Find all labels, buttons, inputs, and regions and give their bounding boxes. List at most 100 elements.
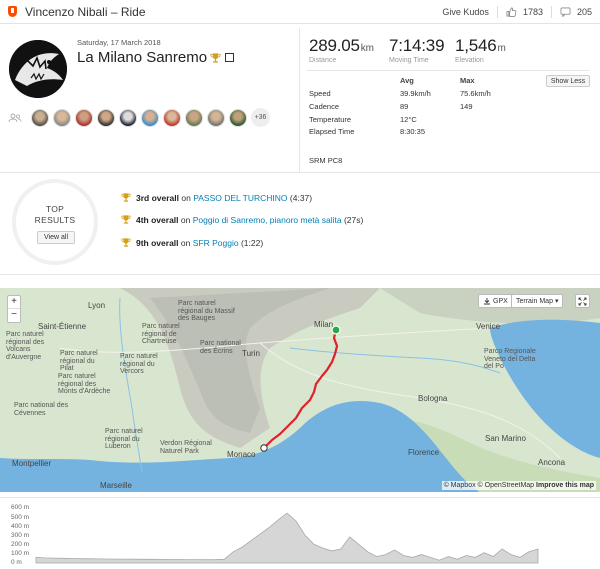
device-name: SRM PC8: [309, 156, 343, 165]
trophy-icon: [121, 215, 131, 224]
page-title: Vincenzo Nibali – Ride: [25, 4, 146, 19]
athlete-avatar-small[interactable]: [229, 108, 247, 127]
route-map[interactable]: + − GPX Terrain Map ▾ Lyon Saint-Étienne…: [0, 288, 600, 492]
athlete-avatar-small[interactable]: [75, 108, 93, 127]
start-marker: [331, 325, 341, 335]
athlete-avatar-small[interactable]: [141, 108, 159, 127]
moving-time-label: Moving Time: [389, 57, 429, 64]
athlete-avatar-small[interactable]: [185, 108, 203, 127]
segment-link[interactable]: SFR Poggio: [193, 238, 239, 248]
activity-name: La Milano Sanremo: [77, 49, 235, 66]
divider: [0, 497, 600, 498]
top-result-item: 4th overall on Poggio di Sanremo, pianor…: [121, 214, 363, 225]
stat-moving-time: 7:14:39 Moving Time: [389, 36, 445, 64]
athlete-avatar-small[interactable]: [119, 108, 137, 127]
chevron-down-icon: ▾: [554, 298, 559, 305]
more-athletes-button[interactable]: +36: [251, 108, 270, 127]
map-label: Saint-Étienne: [38, 322, 87, 331]
trophy-icon: [121, 238, 131, 247]
segment-link[interactable]: PASSO DEL TURCHINO: [193, 193, 287, 203]
elevation-label: Elevation: [455, 57, 484, 64]
thumbs-up-icon[interactable]: [506, 6, 517, 17]
header-bar: Vincenzo Nibali – Ride Give Kudos 1783 2…: [0, 0, 600, 24]
improve-map-link[interactable]: Improve this map: [536, 482, 594, 489]
result-rank: 3rd overall: [136, 192, 179, 203]
athlete-avatar-small[interactable]: [53, 108, 71, 127]
download-icon: [484, 298, 490, 305]
elevation-chart: [35, 512, 539, 564]
map-label: Monaco: [227, 450, 256, 459]
athlete-avatar[interactable]: [9, 40, 67, 98]
map-label: Montpellier: [12, 459, 52, 468]
elapsed-time-value: 8:30:35: [400, 127, 426, 136]
top-result-item: 3rd overall on PASSO DEL TURCHINO (4:37): [121, 192, 312, 203]
top-results-line1: TOP: [45, 204, 65, 214]
athlete-avatar-small[interactable]: [163, 108, 181, 127]
zoom-out-button[interactable]: −: [8, 309, 20, 322]
map-label: Parc naturel régional du Pilat: [60, 350, 98, 372]
cadence-avg: 89: [400, 102, 409, 111]
distance-unit: km: [360, 43, 374, 54]
map-label: Turin: [242, 349, 260, 358]
map-label: Parc naturel régional de Chartreuse: [142, 323, 180, 345]
elevation-profile[interactable]: 600 m 500 m 400 m 300 m 200 m 100 m 0 m: [0, 503, 600, 569]
divider: [0, 274, 600, 275]
mapbox-link[interactable]: © Mapbox: [444, 482, 476, 489]
activity-date: Saturday, 17 March 2018: [77, 38, 161, 47]
elevation-value: 1,546: [455, 36, 497, 55]
temperature-label: Temperature: [309, 115, 352, 124]
gpx-label: GPX: [493, 297, 508, 305]
map-label: Parc naturel régional du Vercors: [120, 353, 158, 375]
give-kudos-link[interactable]: Give Kudos: [442, 7, 489, 17]
trophy-icon: [121, 193, 131, 202]
map-label: Parc naturel régional du Massif des Baug…: [178, 300, 235, 322]
trophy-icon: [210, 52, 221, 63]
map-label: Bologna: [418, 394, 448, 403]
speed-max: 75.6km/h: [460, 89, 491, 98]
divider: [496, 5, 498, 18]
map-label: Parco Regionale Veneto del Delta del Po: [484, 348, 536, 370]
comment-icon[interactable]: [560, 6, 571, 17]
divider: [550, 5, 552, 18]
map-label: Florence: [408, 448, 440, 457]
top-results-line2: RESULTS: [34, 215, 76, 225]
map-attribution: © Mapbox © OpenStreetMap Improve this ma…: [441, 481, 596, 490]
zoom-controls: + −: [7, 295, 21, 323]
zoom-in-button[interactable]: +: [8, 296, 20, 309]
moving-time-value: 7:14:39: [389, 36, 445, 55]
map-type-dropdown[interactable]: Terrain Map ▾: [511, 294, 564, 308]
kudos-count[interactable]: 1783: [523, 7, 543, 17]
distance-value: 289.05: [309, 36, 360, 55]
result-on: on: [181, 192, 191, 203]
osm-link[interactable]: © OpenStreetMap: [478, 482, 535, 489]
view-all-button[interactable]: View all: [37, 231, 75, 244]
elevation-unit: m: [497, 43, 506, 54]
athlete-avatar-small[interactable]: [31, 108, 49, 127]
map-label: Venice: [476, 322, 501, 331]
athlete-avatar-small[interactable]: [207, 108, 225, 127]
result-rank: 4th overall: [136, 214, 179, 225]
activity-page: Vincenzo Nibali – Ride Give Kudos 1783 2…: [0, 0, 600, 569]
map-label: Parc naturel régional des Monts d'Ardèch…: [58, 373, 111, 395]
divider: [307, 70, 590, 71]
gpx-download-button[interactable]: GPX: [478, 294, 513, 308]
temperature-avg: 12°C: [400, 115, 417, 124]
fullscreen-button[interactable]: [575, 294, 590, 308]
result-time: (4:37): [289, 192, 313, 203]
map-label: Parc national des Cévennes: [14, 402, 69, 417]
private-notes-icon[interactable]: [225, 53, 235, 62]
segment-link[interactable]: Poggio di Sanremo, pianoro metà salita: [193, 215, 342, 225]
athlete-avatar-small[interactable]: [97, 108, 115, 127]
map-label: San Marino: [485, 434, 526, 443]
finish-marker: [260, 444, 268, 452]
map-label: Verdon Régional Naturel Park: [160, 440, 212, 455]
group-icon: [8, 113, 22, 122]
map-label: Lyon: [88, 301, 106, 310]
show-less-button[interactable]: Show Less: [546, 75, 590, 87]
comment-count[interactable]: 205: [577, 7, 592, 17]
result-on: on: [180, 237, 191, 248]
max-column-header: Max: [460, 76, 475, 85]
cadence-label: Cadence: [309, 102, 340, 111]
result-on: on: [180, 214, 191, 225]
map-label: Milan: [314, 320, 334, 329]
